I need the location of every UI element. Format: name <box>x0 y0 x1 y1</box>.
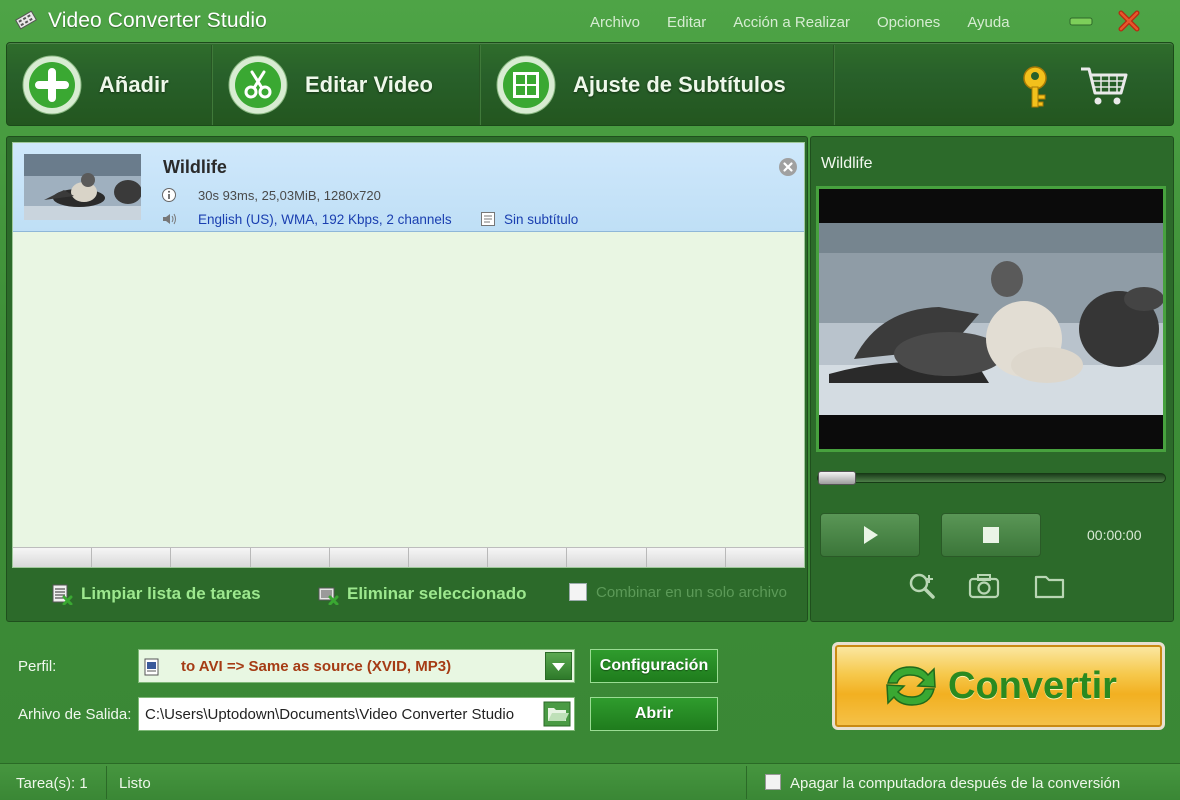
merge-checkbox[interactable]: Combinar en un solo archivo <box>569 583 787 601</box>
preview-title: Wildlife <box>821 155 873 172</box>
merge-label: Combinar en un solo archivo <box>596 583 787 601</box>
task-count: Tarea(s): 1 <box>16 775 88 792</box>
add-label: Añadir <box>99 72 169 97</box>
open-button[interactable]: Abrir <box>590 697 718 731</box>
task-row[interactable]: Wildlife 30s 93ms, 25,03MiB, 1280x720 En… <box>13 143 804 232</box>
output-path: C:\Users\Uptodown\Documents\Video Conver… <box>145 706 515 723</box>
camera-icon[interactable] <box>967 571 1001 601</box>
clear-list-icon <box>52 584 73 605</box>
menu-editar[interactable]: Editar <box>667 14 706 31</box>
clear-list-button[interactable]: Limpiar lista de tareas <box>51 583 261 605</box>
merge-checkbox-box[interactable] <box>569 583 587 601</box>
task-title: Wildlife <box>163 157 227 177</box>
film-icon <box>15 10 37 30</box>
remove-selected-label: Eliminar seleccionado <box>347 584 527 603</box>
browse-folder-icon[interactable] <box>543 701 571 727</box>
remove-selected-button[interactable]: Eliminar seleccionado <box>317 583 527 605</box>
profile-value: to AVI => Same as source (XVID, MP3) <box>181 658 452 675</box>
cart-icon[interactable] <box>1079 65 1129 107</box>
video-thumbnail <box>24 154 141 220</box>
subtitles-label: Ajuste de Subtítulos <box>573 72 786 97</box>
app-title: Video Converter Studio <box>48 9 267 32</box>
output-label: Arhivo de Salida: <box>18 706 132 723</box>
video-preview <box>816 186 1166 452</box>
list-actions: Limpiar lista de tareas Eliminar selecci… <box>7 573 807 617</box>
app-window: Video Converter Studio Archivo Editar Ac… <box>0 0 1180 800</box>
task-list[interactable]: Wildlife 30s 93ms, 25,03MiB, 1280x720 En… <box>12 142 805 568</box>
title-bar: Video Converter Studio Archivo Editar Ac… <box>0 0 1180 42</box>
convert-arrows-icon <box>886 666 936 706</box>
subtitles-icon <box>496 55 556 115</box>
minimize-icon[interactable] <box>1068 10 1094 32</box>
profile-select[interactable]: to AVI => Same as source (XVID, MP3) <box>138 649 575 683</box>
subtitles-button[interactable]: Ajuste de Subtítulos <box>495 43 786 127</box>
edit-video-button[interactable]: Editar Video <box>227 43 433 127</box>
task-subtitle-link[interactable]: Sin subtítulo <box>504 212 578 227</box>
list-footer <box>13 547 804 567</box>
menu-bar: Archivo Editar Acción a Realizar Opcione… <box>590 14 1037 31</box>
profile-label: Perfil: <box>18 658 57 675</box>
status-text: Listo <box>119 775 151 792</box>
remove-selected-icon <box>318 587 339 605</box>
task-info: 30s 93ms, 25,03MiB, 1280x720 <box>198 188 381 203</box>
subtitle-icon <box>481 212 495 226</box>
convert-button[interactable]: Convertir <box>832 642 1165 730</box>
file-video-icon <box>144 658 159 676</box>
menu-accion[interactable]: Acción a Realizar <box>733 14 850 31</box>
output-path-field[interactable]: C:\Users\Uptodown\Documents\Video Conver… <box>138 697 575 731</box>
status-bar: Tarea(s): 1 Listo Apagar la computadora … <box>0 763 1180 800</box>
shutdown-label: Apagar la computadora después de la conv… <box>790 775 1121 792</box>
playback-time: 00:00:00 <box>1087 527 1142 543</box>
folder-icon[interactable] <box>1033 571 1067 601</box>
settings-button[interactable]: Configuración <box>590 649 718 683</box>
stop-icon <box>983 527 999 543</box>
toolbar-divider <box>479 45 481 125</box>
profile-dropdown-arrow[interactable] <box>545 652 572 680</box>
info-icon <box>162 188 176 202</box>
add-icon <box>22 55 82 115</box>
stop-button[interactable] <box>941 513 1041 557</box>
preview-panel: Wildlife 00:00:00 <box>810 136 1174 622</box>
toolbar-divider <box>211 45 213 125</box>
task-audio-link[interactable]: English (US), WMA, 192 Kbps, 2 channels <box>198 212 452 227</box>
add-button[interactable]: Añadir <box>21 43 169 127</box>
menu-opciones[interactable]: Opciones <box>877 14 940 31</box>
main-toolbar: Añadir Editar Video Ajuste de Subtítulos <box>6 42 1174 126</box>
edit-video-label: Editar Video <box>305 72 433 97</box>
convert-label: Convertir <box>948 664 1117 707</box>
play-button[interactable] <box>820 513 920 557</box>
play-icon <box>864 526 878 544</box>
zoom-icon[interactable] <box>905 571 939 601</box>
shutdown-checkbox[interactable] <box>765 774 781 790</box>
seek-bar[interactable] <box>817 471 1166 485</box>
task-panel: Wildlife 30s 93ms, 25,03MiB, 1280x720 En… <box>6 136 808 622</box>
close-icon[interactable] <box>1116 10 1142 32</box>
status-divider <box>106 766 107 799</box>
key-icon[interactable] <box>1019 65 1055 111</box>
speaker-icon <box>163 213 176 225</box>
seek-handle[interactable] <box>818 471 856 485</box>
video-frame <box>819 189 1163 449</box>
menu-ayuda[interactable]: Ayuda <box>967 14 1009 31</box>
clear-list-label: Limpiar lista de tareas <box>81 584 261 603</box>
scissors-icon <box>228 55 288 115</box>
status-divider <box>746 766 747 799</box>
chevron-down-icon <box>552 663 565 671</box>
toolbar-divider <box>833 45 835 125</box>
menu-archivo[interactable]: Archivo <box>590 14 640 31</box>
remove-task-icon[interactable] <box>778 157 798 177</box>
